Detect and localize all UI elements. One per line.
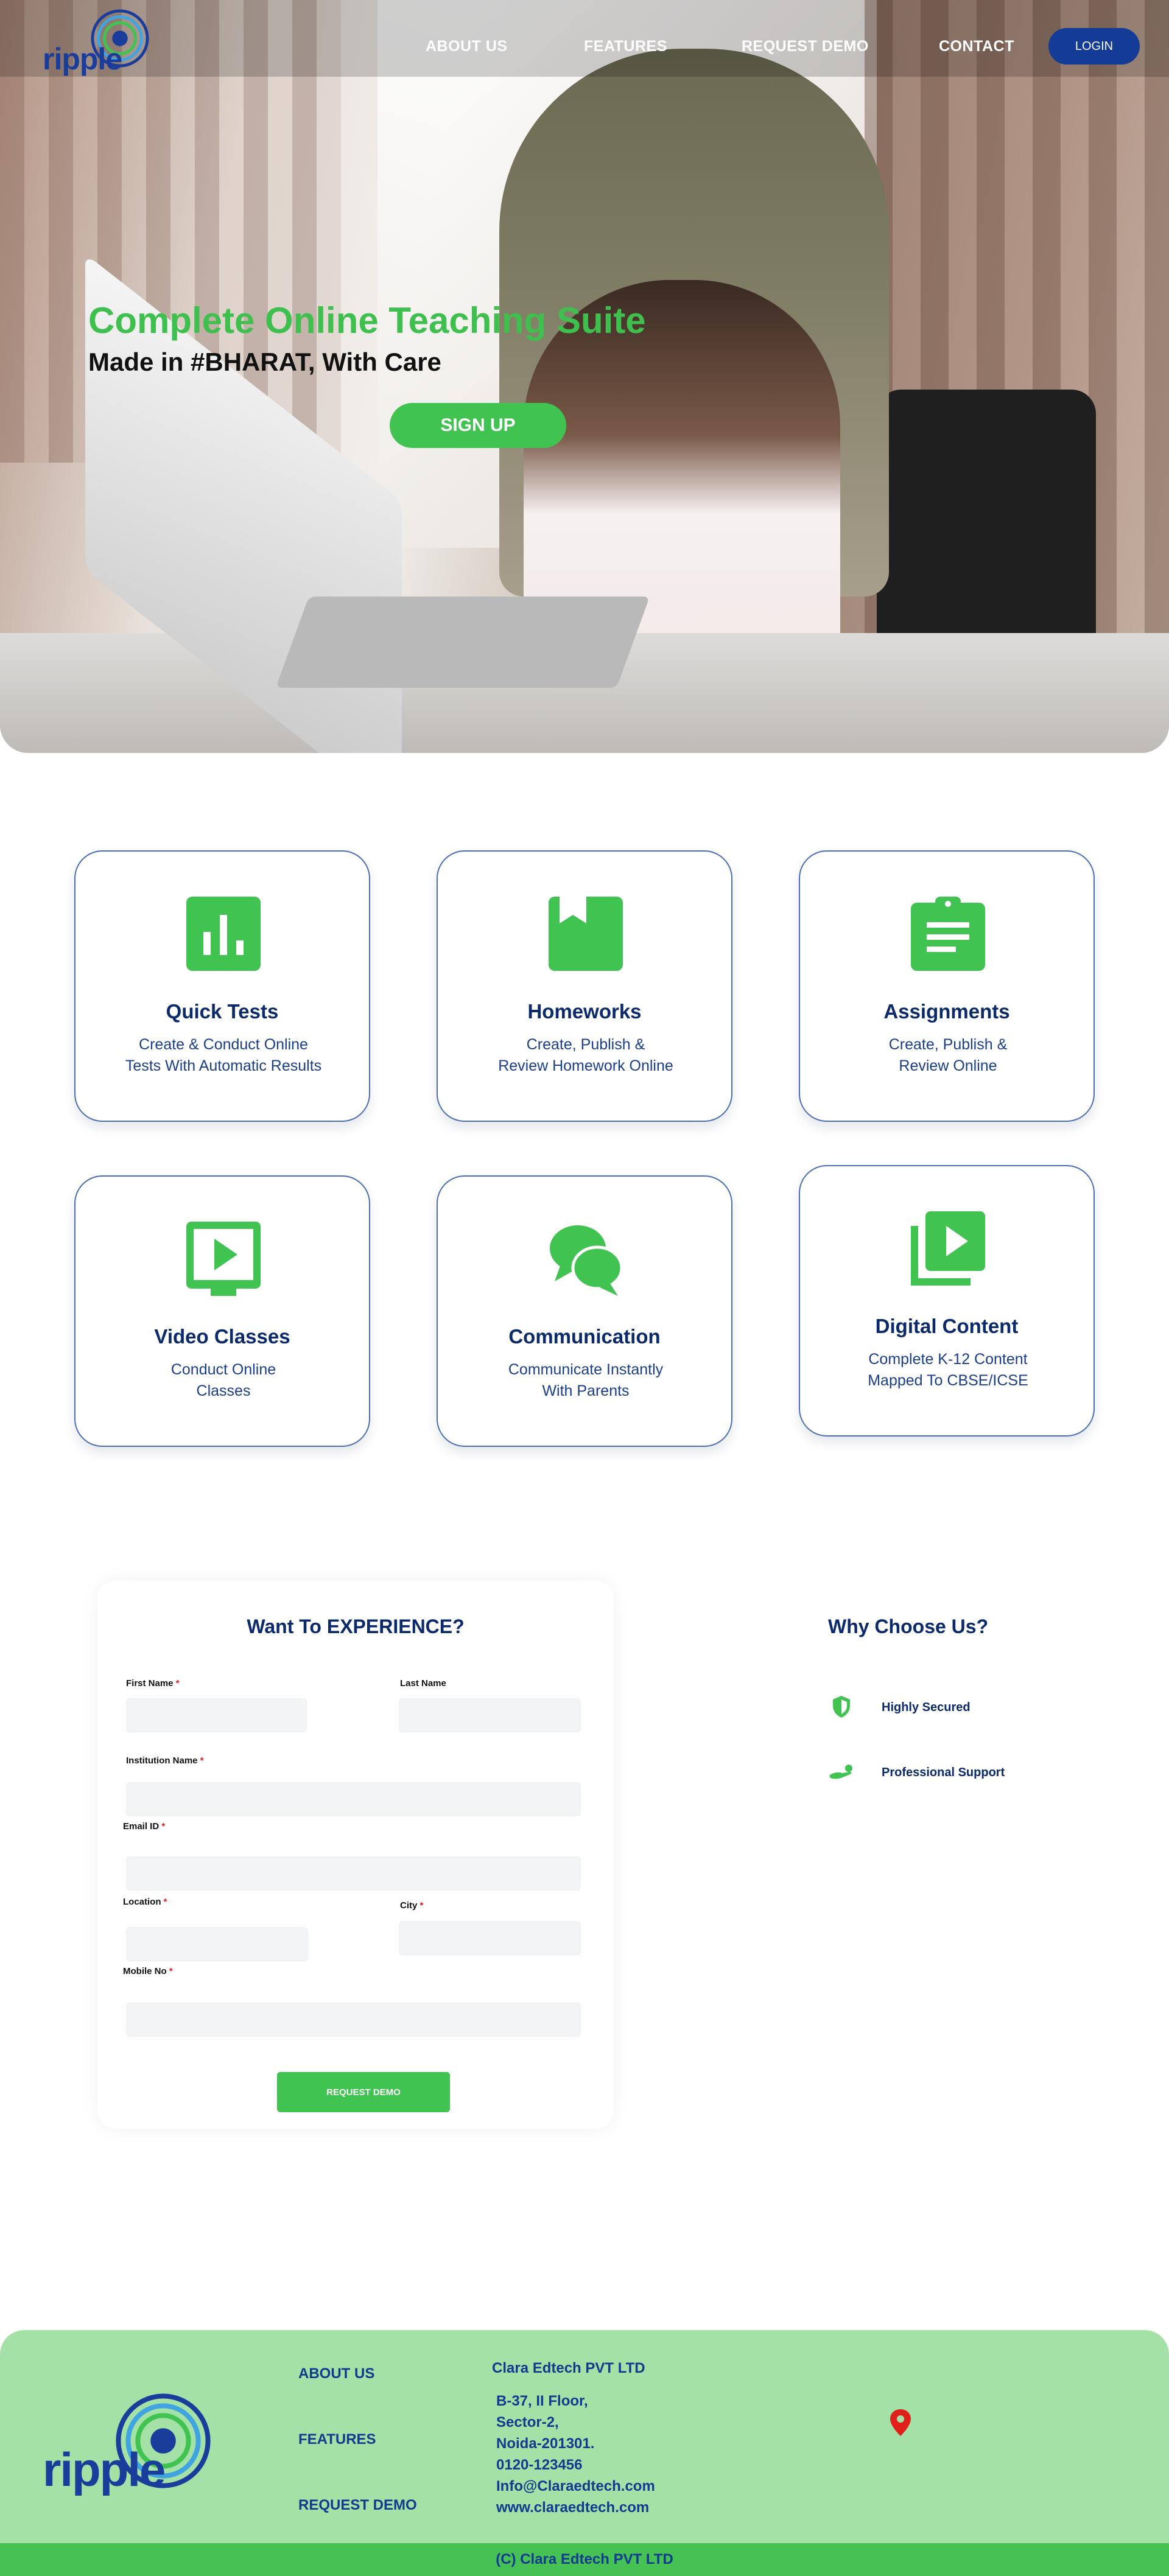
feature-card-quick-tests[interactable]: Quick Tests Create & Conduct Online Tests… — [74, 850, 370, 1122]
nav-features[interactable]: FEATURES — [584, 38, 667, 55]
mobile-input[interactable] — [126, 2003, 581, 2037]
map-pin-icon[interactable] — [890, 2409, 911, 2436]
why-item-secured: Highly Secured — [828, 1693, 1072, 1720]
clipboard-icon — [911, 897, 985, 971]
location-input[interactable] — [126, 1927, 308, 1961]
location-label: Location * — [123, 1897, 167, 1907]
feature-card-communication[interactable]: Communication Communicate Instantly With … — [437, 1175, 732, 1447]
chat-icon — [550, 1225, 623, 1296]
top-navbar: ripple ABOUT US FEATURES REQUEST DEMO CO… — [0, 0, 1169, 77]
last-name-label: Last Name — [400, 1678, 446, 1689]
hero-photo-keyboard — [275, 597, 650, 688]
mobile-label: Mobile No * — [123, 1966, 173, 1976]
feature-card-homeworks[interactable]: Homeworks Create, Publish & Review Homewo… — [437, 850, 732, 1122]
nav-about-us[interactable]: ABOUT US — [426, 38, 508, 55]
header-logo[interactable]: ripple — [43, 6, 158, 76]
video-icon — [186, 1222, 261, 1296]
company-address: B-37, II Floor, Sector-2, Noida-201301. … — [496, 2393, 655, 2516]
feature-description: Create, Publish & Review Homework Online — [498, 1036, 673, 1074]
request-demo-button[interactable]: REQUEST DEMO — [277, 2072, 450, 2112]
institution-name-label: Institution Name * — [126, 1755, 204, 1766]
login-button[interactable]: LOGIN — [1048, 28, 1140, 65]
bar-chart-icon — [186, 897, 261, 971]
form-title: Want To EXPERIENCE? — [247, 1615, 465, 1637]
hero-subtitle: Made in #BHARAT, With Care — [88, 348, 441, 376]
city-input[interactable] — [399, 1921, 581, 1955]
book-icon — [549, 897, 623, 971]
feature-title: Video Classes — [154, 1325, 290, 1348]
feature-card-video-classes[interactable]: Video Classes Conduct Online Classes — [74, 1175, 370, 1447]
feature-title: Homeworks — [527, 1000, 642, 1023]
feature-description: Complete K-12 Content Mapped To CBSE/ICSE — [868, 1351, 1028, 1389]
why-item-label: Highly Secured — [882, 1701, 971, 1714]
logo-wordmark: ripple — [43, 42, 122, 76]
feature-description: Create, Publish & Review Online — [888, 1036, 1008, 1074]
feature-title: Digital Content — [875, 1315, 1019, 1337]
footer-link-about-us[interactable]: ABOUT US — [298, 2365, 374, 2382]
signup-button[interactable]: SIGN UP — [390, 403, 566, 448]
nav-request-demo[interactable]: REQUEST DEMO — [742, 38, 869, 55]
nav-contact[interactable]: CONTACT — [939, 38, 1014, 55]
feature-description: Communicate Instantly With Parents — [508, 1361, 664, 1399]
institution-name-input[interactable] — [126, 1782, 581, 1816]
feature-description: Create & Conduct Online Tests With Automa… — [125, 1036, 322, 1074]
last-name-input[interactable] — [399, 1698, 581, 1732]
email-input[interactable] — [126, 1857, 581, 1891]
hero-title: Complete Online Teaching Suite — [88, 300, 646, 341]
feature-title: Assignments — [883, 1000, 1010, 1023]
feature-card-assignments[interactable]: Assignments Create, Publish & Review Onli… — [799, 850, 1095, 1122]
request-demo-form — [97, 1581, 614, 2129]
logo-wordmark: ripple — [43, 2443, 166, 2496]
why-item-label: Professional Support — [882, 1766, 1005, 1779]
why-choose-title: Why Choose Us? — [828, 1615, 989, 1637]
why-item-support: Professional Support — [828, 1759, 1072, 1785]
footer-logo[interactable]: ripple — [43, 2392, 219, 2502]
email-label: Email ID * — [123, 1821, 166, 1832]
first-name-input[interactable] — [126, 1698, 307, 1732]
city-label: City * — [400, 1900, 424, 1911]
first-name-label: First Name * — [126, 1678, 180, 1689]
feature-title: Communication — [508, 1325, 661, 1348]
feature-description: Conduct Online Classes — [170, 1361, 276, 1399]
footer-link-request-demo[interactable]: REQUEST DEMO — [298, 2497, 417, 2514]
feature-card-digital-content[interactable]: Digital Content Complete K-12 Content Map… — [799, 1165, 1095, 1437]
company-name: Clara Edtech PVT LTD — [492, 2360, 645, 2376]
copyright-text: (C) Clara Edtech PVT LTD — [496, 2551, 673, 2567]
footer-link-features[interactable]: FEATURES — [298, 2431, 376, 2448]
feature-title: Quick Tests — [166, 1000, 279, 1023]
video-library-icon — [911, 1211, 985, 1286]
support-hand-icon — [829, 1765, 852, 1779]
shield-icon — [833, 1696, 850, 1718]
